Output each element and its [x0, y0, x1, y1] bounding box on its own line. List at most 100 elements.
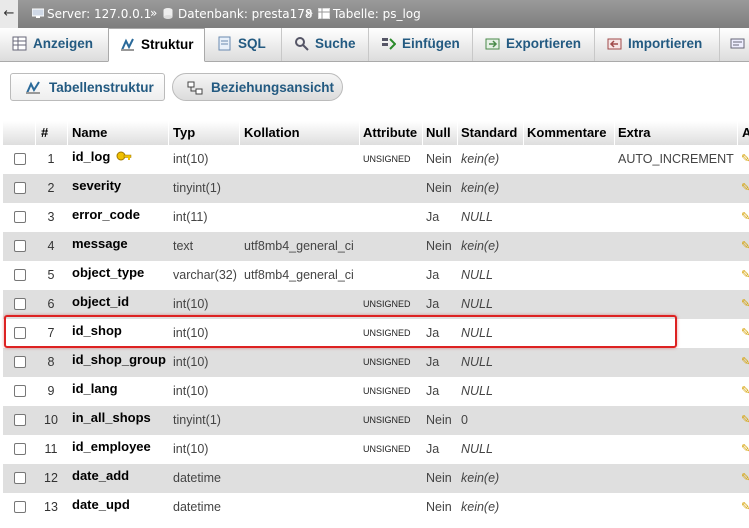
- column-attribute: UNSIGNED: [363, 357, 411, 367]
- column-type: int(10): [173, 442, 209, 456]
- column-type: text: [173, 239, 194, 253]
- column-name: date_upd: [72, 497, 130, 512]
- relation-view-label: Beziehungsansicht: [211, 80, 335, 95]
- back-arrow-icon[interactable]: ←: [0, 0, 18, 28]
- tab-einfuegen[interactable]: Einfügen: [369, 28, 473, 61]
- row-num: 2: [47, 181, 55, 195]
- column-default: kein(e): [461, 152, 500, 166]
- tab-exportieren[interactable]: Exportieren: [473, 28, 595, 61]
- header-action[interactable]: A: [742, 125, 749, 140]
- row-checkbox[interactable]: [14, 414, 26, 426]
- edit-pencil-icon[interactable]: ✎: [741, 319, 749, 348]
- header-null[interactable]: Null: [426, 125, 451, 140]
- database-icon: [163, 8, 175, 19]
- breadcrumb-database[interactable]: Datenbank: presta178: [163, 7, 313, 21]
- tab-struktur[interactable]: Struktur: [108, 28, 205, 62]
- column-default: kein(e): [461, 239, 500, 253]
- row-checkbox[interactable]: [14, 472, 26, 484]
- column-name: object_id: [72, 294, 130, 309]
- column-null: Ja: [426, 355, 440, 369]
- table-row: 13 date_upd datetime Nein kein(e) ✎: [3, 493, 749, 522]
- edit-pencil-icon[interactable]: ✎: [741, 493, 749, 522]
- table-structure-button[interactable]: Tabellenstruktur: [10, 73, 165, 101]
- breadcrumb: ← Server: 127.0.0.1 » Datenbank: presta1…: [0, 0, 749, 28]
- column-default: 0: [461, 413, 468, 427]
- header-num[interactable]: #: [41, 125, 48, 140]
- tab-more[interactable]: [720, 28, 749, 61]
- column-default: kein(e): [461, 500, 500, 514]
- header-comments[interactable]: Kommentare: [527, 125, 606, 140]
- table-row: 9 id_lang int(10) UNSIGNED Ja NULL ✎: [3, 377, 749, 406]
- header-name[interactable]: Name: [72, 125, 107, 140]
- tab-anzeigen-label: Anzeigen: [33, 36, 94, 51]
- header-type[interactable]: Typ: [173, 125, 195, 140]
- column-type: varchar(32): [173, 268, 237, 282]
- tab-sql[interactable]: SQL: [205, 28, 282, 61]
- edit-pencil-icon[interactable]: ✎: [741, 290, 749, 319]
- column-name: error_code: [72, 207, 140, 222]
- column-null: Nein: [426, 239, 452, 253]
- header-collation[interactable]: Kollation: [244, 125, 300, 140]
- edit-pencil-icon[interactable]: ✎: [741, 377, 749, 406]
- tab-suche[interactable]: Suche: [282, 28, 369, 61]
- table-row: 3 error_code int(11) Ja NULL ✎: [3, 203, 749, 232]
- column-type: datetime: [173, 471, 221, 485]
- edit-pencil-icon[interactable]: ✎: [741, 174, 749, 203]
- import-icon: [607, 31, 622, 50]
- row-checkbox[interactable]: [14, 240, 26, 252]
- edit-pencil-icon[interactable]: ✎: [741, 145, 749, 174]
- edit-pencil-icon[interactable]: ✎: [741, 232, 749, 261]
- tab-anzeigen[interactable]: Anzeigen: [0, 28, 109, 61]
- header-default[interactable]: Standard: [461, 125, 517, 140]
- row-checkbox[interactable]: [14, 385, 26, 397]
- breadcrumb-table-label: Tabelle: ps_log: [333, 7, 421, 21]
- row-checkbox[interactable]: [14, 356, 26, 368]
- column-null: Nein: [426, 413, 452, 427]
- column-default: NULL: [461, 384, 493, 398]
- column-attribute: UNSIGNED: [363, 415, 411, 425]
- table-row: 8 id_shop_group int(10) UNSIGNED Ja NULL…: [3, 348, 749, 377]
- column-type: tinyint(1): [173, 413, 221, 427]
- column-name: in_all_shops: [72, 410, 151, 425]
- row-checkbox[interactable]: [14, 153, 26, 165]
- tab-einfuegen-label: Einfügen: [402, 36, 460, 51]
- column-default: NULL: [461, 210, 493, 224]
- row-checkbox[interactable]: [14, 211, 26, 223]
- tab-importieren[interactable]: Importieren: [595, 28, 720, 61]
- table-row: 1 id_log int(10) UNSIGNED Nein kein(e) A…: [3, 145, 749, 174]
- row-num: 8: [47, 355, 55, 369]
- row-num: 4: [47, 239, 55, 253]
- header-attributes[interactable]: Attribute: [363, 125, 417, 140]
- operations-icon: [730, 31, 745, 49]
- header-extra[interactable]: Extra: [618, 125, 651, 140]
- column-type: int(10): [173, 355, 209, 369]
- row-checkbox[interactable]: [14, 443, 26, 455]
- row-num: 11: [44, 442, 58, 456]
- breadcrumb-database-label: Datenbank: presta178: [178, 7, 313, 21]
- breadcrumb-server[interactable]: Server: 127.0.0.1: [31, 7, 151, 21]
- column-null: Ja: [426, 268, 440, 282]
- edit-pencil-icon[interactable]: ✎: [741, 261, 749, 290]
- edit-pencil-icon[interactable]: ✎: [741, 406, 749, 435]
- table-row: 12 date_add datetime Nein kein(e) ✎: [3, 464, 749, 493]
- table-structure-label: Tabellenstruktur: [49, 80, 154, 95]
- tab-struktur-label: Struktur: [141, 37, 194, 52]
- table-icon: [12, 31, 27, 51]
- relation-view-button[interactable]: Beziehungsansicht: [172, 73, 343, 101]
- column-name: object_type: [72, 265, 145, 280]
- column-type: int(11): [173, 210, 208, 224]
- row-checkbox[interactable]: [14, 182, 26, 194]
- row-checkbox[interactable]: [14, 501, 26, 513]
- column-type: tinyint(1): [173, 181, 221, 195]
- breadcrumb-table[interactable]: Tabelle: ps_log: [318, 7, 421, 21]
- row-num: 3: [47, 210, 55, 224]
- edit-pencil-icon[interactable]: ✎: [741, 203, 749, 232]
- row-checkbox[interactable]: [14, 269, 26, 281]
- breadcrumb-separator: »: [150, 6, 158, 20]
- edit-pencil-icon[interactable]: ✎: [741, 348, 749, 377]
- row-checkbox[interactable]: [14, 298, 26, 310]
- edit-pencil-icon[interactable]: ✎: [741, 464, 749, 493]
- table-row: 2 severity tinyint(1) Nein kein(e) ✎: [3, 174, 749, 203]
- edit-pencil-icon[interactable]: ✎: [741, 435, 749, 464]
- tab-exportieren-label: Exportieren: [506, 36, 582, 51]
